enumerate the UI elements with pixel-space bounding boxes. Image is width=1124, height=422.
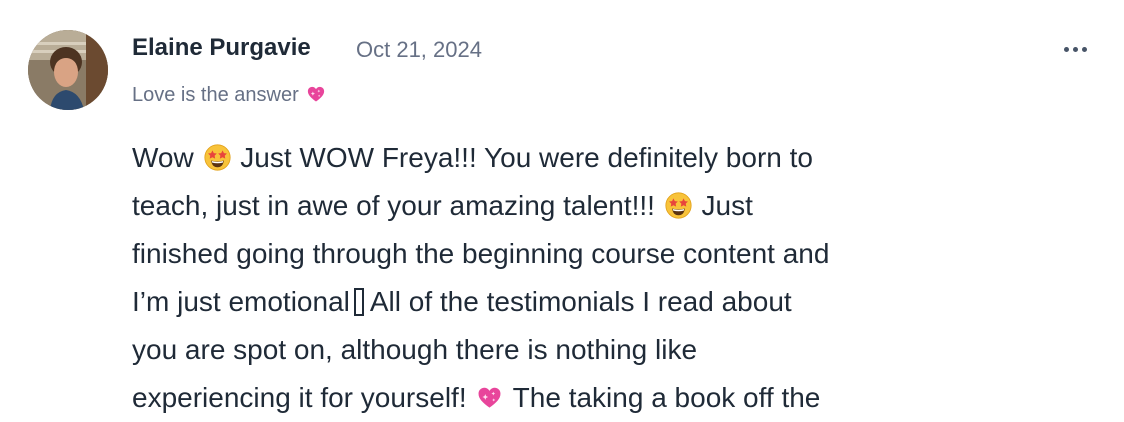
post-text: you are spot on, although there is nothi… — [132, 334, 698, 365]
post-body: Wow Just WOW Freya!!! You were definitel… — [132, 134, 1012, 422]
post-text: I’m just emotional — [132, 286, 350, 317]
post-line: teach, just in awe of your amazing talen… — [132, 182, 1012, 230]
star-struck-emoji-icon — [665, 192, 692, 219]
sparkling-heart-icon — [476, 384, 503, 411]
author-tagline-text: Love is the answer — [132, 84, 299, 106]
post-text: Just — [701, 190, 753, 221]
post-line: Wow Just WOW Freya!!! You were definitel… — [132, 134, 1012, 182]
post-text: All of the testimonials I read about — [369, 286, 792, 317]
post-text: experiencing it for yourself! — [132, 382, 467, 413]
post-text: Just WOW Freya!!! You were definitely bo… — [240, 142, 813, 173]
author-tagline: Love is the answer — [132, 84, 326, 107]
post-text: Wow — [132, 142, 194, 173]
comment-post: Elaine Purgavie Oct 21, 2024 Love is the… — [0, 0, 1124, 421]
post-line: experiencing it for yourself! The taking… — [132, 374, 1012, 422]
author-name[interactable]: Elaine Purgavie — [132, 34, 311, 62]
sparkling-heart-icon — [306, 84, 326, 104]
post-text: teach, just in awe of your amazing talen… — [132, 190, 655, 221]
missing-glyph-box — [353, 288, 364, 316]
more-options-button[interactable] — [1058, 36, 1092, 62]
post-line: I’m just emotional All of the testimonial… — [132, 278, 1012, 326]
avatar[interactable] — [28, 30, 108, 110]
star-struck-emoji-icon — [204, 144, 231, 171]
post-text: finished going through the beginning cou… — [132, 238, 830, 269]
post-line: finished going through the beginning cou… — [132, 230, 1012, 278]
post-line: you are spot on, although there is nothi… — [132, 326, 1012, 374]
more-horizontal-icon-dot — [1081, 46, 1087, 52]
more-horizontal-icon — [1063, 46, 1069, 52]
post-text: The taking a book off the — [512, 382, 821, 413]
post-date[interactable]: Oct 21, 2024 — [356, 37, 482, 63]
more-horizontal-icon-dot — [1072, 46, 1078, 52]
